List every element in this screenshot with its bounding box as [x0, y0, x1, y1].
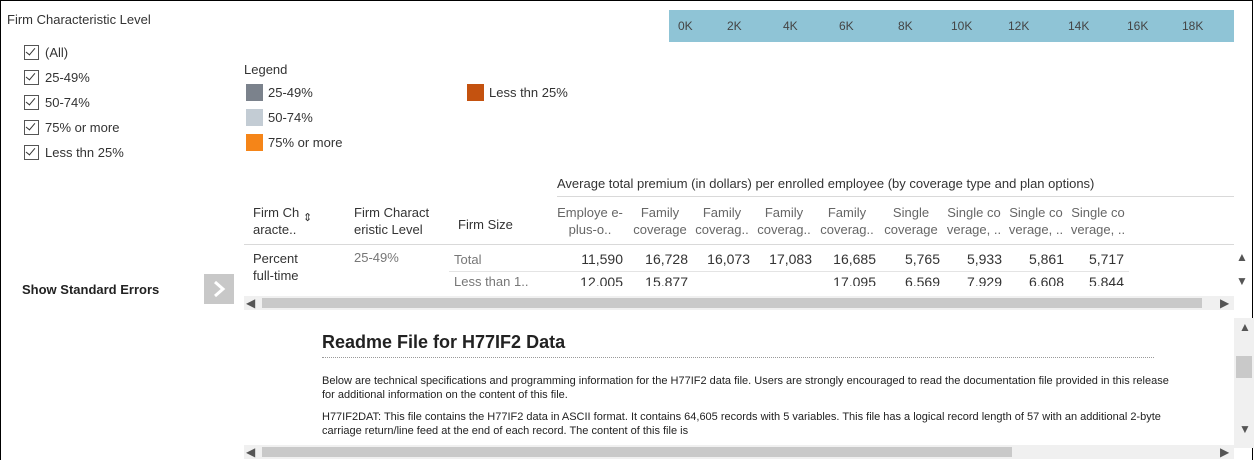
checkbox[interactable] — [24, 45, 39, 60]
table-cell: 5,765 — [904, 251, 940, 267]
measure-group-header: Average total premium (in dollars) per e… — [557, 176, 1095, 191]
filter-item-label: 75% or more — [45, 120, 120, 135]
checkbox[interactable] — [24, 145, 39, 160]
filter-item-label: 50-74% — [45, 95, 90, 110]
axis-tick: 10K — [951, 19, 973, 33]
axis-tick: 4K — [783, 19, 798, 33]
legend-swatch — [246, 84, 263, 101]
filter-item-label: Less thn 25% — [45, 145, 124, 160]
readme-vertical-scrollbar[interactable]: ▲ ▼ — [1234, 318, 1254, 448]
filter-item-less-25[interactable]: Less thn 25% — [24, 140, 124, 165]
legend-label: 50-74% — [268, 110, 313, 125]
filter-item-label: (All) — [45, 45, 69, 60]
scroll-down-arrow-icon[interactable]: ▼ — [1239, 422, 1251, 436]
legend-label: Less thn 25% — [489, 85, 568, 100]
scroll-up-arrow-icon[interactable]: ▲ — [1239, 320, 1251, 334]
table-cell: 5,717 — [1088, 251, 1124, 267]
col-header-measure[interactable]: Employe e-plus-o.. — [557, 204, 623, 238]
col-header-firm-size[interactable]: Firm Size — [458, 216, 513, 233]
col-header-measure[interactable]: Single co verage, .. — [944, 204, 1004, 238]
scroll-up-arrow-icon[interactable]: ▲ — [1236, 250, 1248, 264]
readme-horizontal-scrollbar[interactable]: ◀ ▶ — [244, 445, 1234, 459]
filter-item-label: 25-49% — [45, 70, 90, 85]
table-row: Less than 1.. 12,005 15,877 17,095 6,569… — [244, 272, 1234, 286]
crosstab: Average total premium (in dollars) per e… — [244, 170, 1234, 310]
table-cell: 6,569 — [904, 274, 940, 286]
checkbox[interactable] — [24, 120, 39, 135]
table-cell: 5,844 — [1088, 274, 1124, 286]
readme-title: Readme File for H77IF2 Data — [322, 332, 566, 352]
scroll-down-arrow-icon[interactable]: ▼ — [1236, 274, 1248, 288]
col-header-measure[interactable]: Single co verage, .. — [1068, 204, 1128, 238]
table-cell: 12,005 — [580, 274, 623, 286]
readme-paragraph: H77IF2DAT: This file contains the H77IF2… — [322, 411, 1161, 437]
filter-item-50-74[interactable]: 50-74% — [24, 90, 124, 115]
table-cell: 7,929 — [966, 274, 1002, 286]
legend-item: 25-49% — [246, 84, 313, 101]
axis-tick: 12K — [1008, 19, 1030, 33]
legend-label: 75% or more — [268, 135, 343, 150]
readme-panel: Readme File for H77IF2 Data Below are te… — [244, 318, 1254, 462]
legend-swatch — [246, 109, 263, 126]
scrollbar-thumb[interactable] — [262, 298, 1202, 308]
legend-swatch — [246, 134, 263, 151]
axis-tick: 2K — [727, 19, 742, 33]
legend-item: 50-74% — [246, 109, 313, 126]
scroll-left-arrow-icon[interactable]: ◀ — [246, 445, 255, 459]
legend-swatch — [467, 84, 484, 101]
table-cell: 11,590 — [581, 251, 623, 267]
scrollbar-thumb[interactable] — [262, 447, 1012, 457]
filter-item-75-more[interactable]: 75% or more — [24, 115, 124, 140]
col-header-label: Firm Ch aracte.. — [253, 205, 300, 237]
table-row-label: Less than 1.. — [454, 274, 529, 286]
col-header-measure[interactable]: Family coverag.. — [754, 204, 814, 238]
col-header-measure[interactable]: Single co verage, .. — [1006, 204, 1066, 238]
axis-tick: 8K — [898, 19, 913, 33]
table-row-label: Total — [454, 252, 482, 267]
divider — [244, 244, 1234, 245]
axis-strip: 0K 2K 4K 6K 8K 10K 12K 14K 16K 18K — [669, 10, 1234, 42]
scroll-left-arrow-icon[interactable]: ◀ — [246, 296, 255, 310]
legend-item: 75% or more — [246, 134, 342, 151]
table-cell: 16,685 — [833, 251, 876, 267]
scroll-right-arrow-icon[interactable]: ▶ — [1220, 445, 1229, 459]
table-cell: 16,073 — [707, 251, 750, 267]
checkbox[interactable] — [24, 95, 39, 110]
legend-item: Less thn 25% — [467, 84, 568, 101]
readme-paragraph: Below are technical specifications and p… — [322, 375, 1169, 401]
table-cell: 15,877 — [645, 274, 688, 286]
filter-title: Firm Characteristic Level — [7, 12, 151, 27]
checkbox[interactable] — [24, 70, 39, 85]
divider — [557, 196, 1234, 197]
filter-item-all[interactable]: (All) — [24, 40, 124, 65]
axis-tick: 16K — [1127, 19, 1149, 33]
legend-title: Legend — [244, 62, 288, 77]
filter-item-25-49[interactable]: 25-49% — [24, 65, 124, 90]
axis-tick: 18K — [1182, 19, 1204, 33]
col-header-firm-level[interactable]: Firm Charact eristic Level — [354, 204, 449, 238]
table-cell: 5,933 — [966, 251, 1002, 267]
table-cell: 16,728 — [645, 251, 688, 267]
table-horizontal-scrollbar[interactable]: ◀ ▶ — [244, 296, 1234, 310]
divider — [322, 357, 1154, 358]
col-header-measure[interactable]: Family coverage — [630, 204, 690, 238]
axis-tick: 6K — [839, 19, 854, 33]
col-header-measure[interactable]: Family coverag.. — [692, 204, 752, 238]
axis-tick: 14K — [1068, 19, 1090, 33]
scrollbar-thumb[interactable] — [1236, 356, 1252, 378]
scroll-right-arrow-icon[interactable]: ▶ — [1220, 296, 1229, 310]
show-standard-errors-label: Show Standard Errors — [22, 282, 160, 297]
table-cell: 17,095 — [833, 274, 876, 286]
col-header-measure[interactable]: Family coverag.. — [816, 204, 878, 238]
row-level-label: 25-49% — [354, 250, 399, 265]
axis-tick: 0K — [678, 19, 693, 33]
legend-label: 25-49% — [268, 85, 313, 100]
sort-icon[interactable]: ⇕ — [303, 210, 312, 227]
filter-list: (All) 25-49% 50-74% 75% or more Less thn… — [24, 40, 124, 165]
show-standard-errors-button[interactable] — [204, 274, 234, 304]
chevron-right-icon — [214, 280, 226, 298]
table-cell: 17,083 — [769, 251, 812, 267]
col-header-measure[interactable]: Single coverage — [880, 204, 942, 238]
